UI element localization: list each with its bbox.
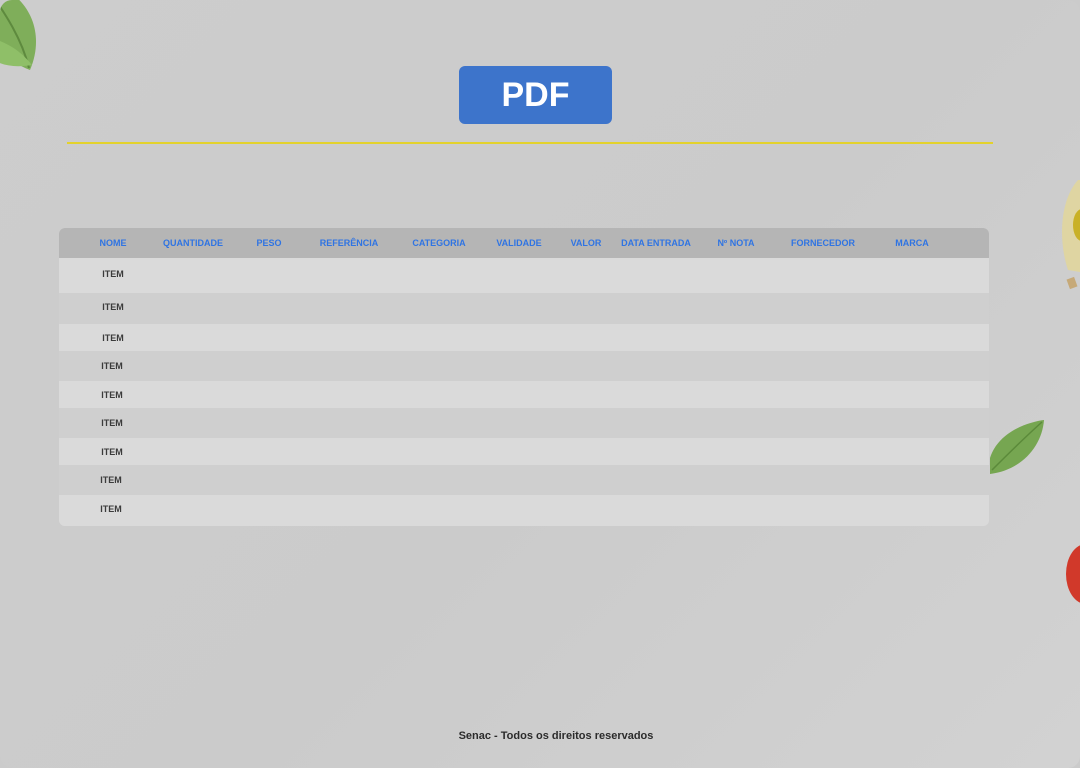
item-name-cell: ITEM <box>102 302 124 313</box>
item-name-cell: ITEM <box>100 503 122 514</box>
table-row[interactable]: ITEM <box>59 293 989 324</box>
column-header-referencia[interactable]: REFERÊNCIA <box>320 228 379 258</box>
table-row[interactable]: ITEM <box>59 351 989 381</box>
column-header-numero-nota[interactable]: Nº NOTA <box>717 228 754 258</box>
basil-leaf-icon <box>990 420 1044 474</box>
footer-copyright: Senac - Todos os direitos reservados <box>458 730 654 742</box>
table-header: NOME QUANTIDADE PESO REFERÊNCIA CATEGORI… <box>59 228 989 258</box>
olive-oil-icon <box>1062 180 1080 290</box>
table-row[interactable]: ITEM <box>59 408 989 438</box>
item-name-cell: ITEM <box>102 269 124 280</box>
column-header-valor[interactable]: VALOR <box>571 228 602 258</box>
item-name-cell: ITEM <box>101 389 123 400</box>
table-row[interactable]: ITEM <box>59 438 989 465</box>
column-header-categoria[interactable]: CATEGORIA <box>412 228 465 258</box>
page-frame: PDF NOME QUANTIDADE PESO REFERÊNCIA CATE… <box>0 0 1080 768</box>
item-name-cell: ITEM <box>100 475 122 485</box>
column-header-quantidade[interactable]: QUANTIDADE <box>163 228 223 258</box>
column-header-nome[interactable]: NOME <box>100 228 127 258</box>
tomato-icon <box>1066 545 1080 603</box>
table-row[interactable]: ITEM <box>59 324 989 351</box>
column-header-validade[interactable]: VALIDADE <box>496 228 541 258</box>
column-header-data-entrada[interactable]: DATA ENTRADA <box>621 228 691 258</box>
items-table: NOME QUANTIDADE PESO REFERÊNCIA CATEGORI… <box>59 228 989 526</box>
table-row[interactable]: ITEM <box>59 381 989 408</box>
item-name-cell: ITEM <box>101 361 123 371</box>
table-row[interactable]: ITEM <box>59 258 989 293</box>
item-name-cell: ITEM <box>101 446 123 457</box>
column-header-fornecedor[interactable]: FORNECEDOR <box>791 228 855 258</box>
table-row[interactable]: ITEM <box>59 465 989 495</box>
item-name-cell: ITEM <box>102 332 124 343</box>
column-header-peso[interactable]: PESO <box>256 228 281 258</box>
table-row[interactable]: ITEM <box>59 495 989 526</box>
pdf-button[interactable]: PDF <box>459 66 612 124</box>
header-divider <box>67 142 993 144</box>
column-header-marca[interactable]: MARCA <box>895 228 929 258</box>
basil-leaf-icon <box>0 0 36 70</box>
item-name-cell: ITEM <box>101 418 123 428</box>
